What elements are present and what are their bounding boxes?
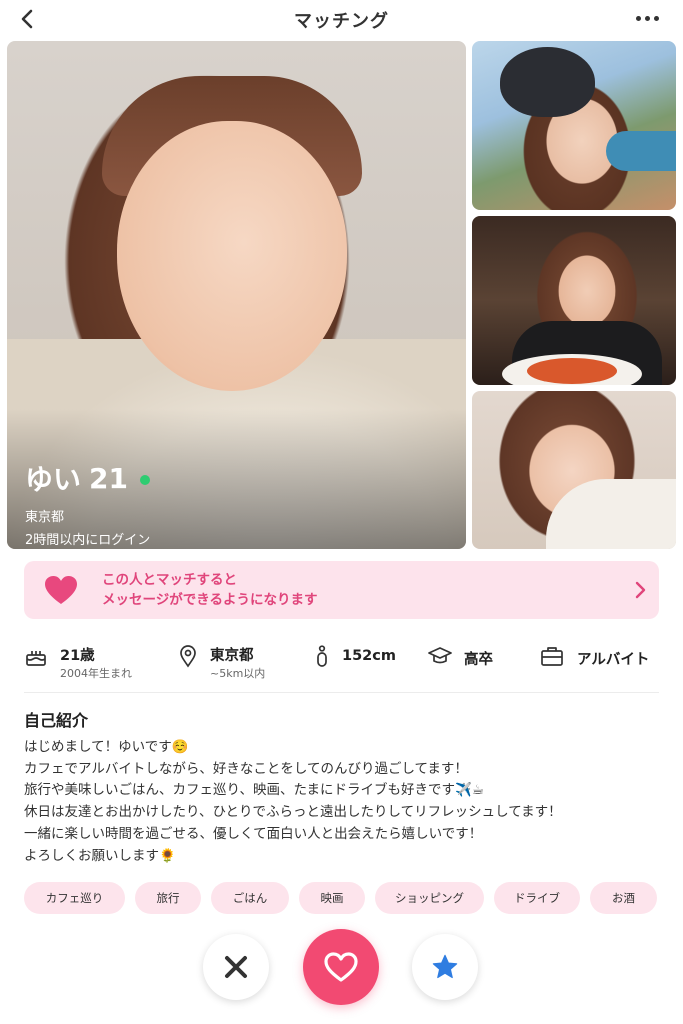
- photo-face: [117, 121, 347, 391]
- profile-overlay: ゆい 21 東京都 2時間以内にログイン: [25, 458, 151, 549]
- cake-icon: [26, 651, 46, 666]
- person-icon: [317, 645, 327, 667]
- super-like-button[interactable]: [412, 934, 478, 1000]
- dot-icon: [644, 15, 650, 21]
- photo-cloth: [546, 479, 676, 549]
- intro-line: よろしくお願いします🌻: [24, 847, 176, 864]
- profile-location: 東京都: [25, 510, 65, 525]
- attribute-job-value: アルバイト: [577, 652, 650, 668]
- photo-hat: [500, 47, 595, 117]
- chevron-right-icon: [635, 581, 646, 599]
- interest-tag[interactable]: ごはん: [211, 882, 289, 914]
- online-status-dot: [139, 475, 150, 485]
- intro-line: はじめまして！ゆいです☺️: [24, 739, 189, 755]
- star-icon: [432, 954, 458, 979]
- match-info-banner[interactable]: この人とマッチすると メッセージができるようになります: [24, 561, 659, 619]
- section-divider: [24, 692, 659, 693]
- photo-pasta: [527, 358, 617, 384]
- more-options-button[interactable]: [631, 8, 663, 28]
- skip-button[interactable]: [203, 934, 269, 1000]
- interest-tag[interactable]: ドライブ: [494, 882, 580, 914]
- interest-tag[interactable]: ショッピング: [375, 882, 484, 914]
- match-banner-line1: この人とマッチすると: [102, 572, 237, 588]
- photo-sea: [606, 131, 676, 171]
- interest-tag[interactable]: 映画: [299, 882, 365, 914]
- header: マッチング: [0, 0, 683, 36]
- attribute-age: 21歳 2004年生まれ: [24, 641, 154, 681]
- intro-body: はじめまして！ゆいです☺️ カフェでアルバイトしながら、好きなことをしてのんびり…: [24, 737, 664, 867]
- attribute-location-value: 東京都: [210, 648, 254, 664]
- profile-photo-2[interactable]: [472, 41, 676, 210]
- attribute-education: 高卒: [428, 641, 518, 681]
- attribute-age-value: 21歳: [60, 648, 95, 664]
- interest-tag[interactable]: 旅行: [135, 882, 201, 914]
- intro-line: カフェでアルバイトしながら、好きなことをしてのんびり過ごしてます！: [24, 760, 468, 777]
- profile-photo-4[interactable]: [472, 391, 676, 549]
- page-title: マッチング: [294, 11, 389, 32]
- last-login-text: 2時間以内にログイン: [25, 533, 151, 548]
- graduation-cap-icon: [428, 647, 452, 664]
- attribute-job: アルバイト: [540, 641, 660, 681]
- intro-title: 自己紹介: [24, 711, 89, 730]
- attribute-location: 東京都 ~5km以内: [176, 641, 296, 681]
- match-banner-text: この人とマッチすると メッセージができるようになります: [102, 570, 317, 610]
- profile-age: 21: [89, 461, 128, 495]
- intro-line: 休日は友達とお出かけしたり、ひとりでふらっと遠出したりしてリフレッシュしてます！: [24, 804, 562, 821]
- like-button[interactable]: [303, 929, 379, 1005]
- dot-icon: [653, 15, 659, 21]
- intro-line: 旅行や美味しいごはん、カフェ巡り、映画、たまにドライブも好きです✈️☕: [24, 782, 484, 799]
- attribute-location-sub: ~5km以内: [210, 667, 266, 680]
- dot-icon: [635, 15, 641, 21]
- attribute-height-value: 152cm: [342, 648, 396, 664]
- match-banner-line2: メッセージができるようになります: [102, 592, 318, 608]
- profile-photo-3[interactable]: [472, 216, 676, 385]
- attribute-age-sub: 2004年生まれ: [60, 667, 132, 680]
- location-pin-icon: [180, 645, 196, 668]
- attribute-education-value: 高卒: [464, 652, 493, 668]
- briefcase-icon: [541, 647, 563, 666]
- heart-icon: [324, 952, 358, 982]
- interest-tag[interactable]: お酒: [590, 882, 657, 914]
- interest-tag[interactable]: カフェ巡り: [24, 882, 125, 914]
- attribute-height: 152cm: [310, 641, 410, 681]
- profile-name: ゆい: [25, 463, 82, 496]
- intro-line: 一緒に楽しい時間を過ごせる、優しくて面白い人と出会えたら嬉しいです！: [24, 825, 483, 842]
- close-icon: [225, 956, 247, 978]
- heart-icon: [45, 576, 77, 604]
